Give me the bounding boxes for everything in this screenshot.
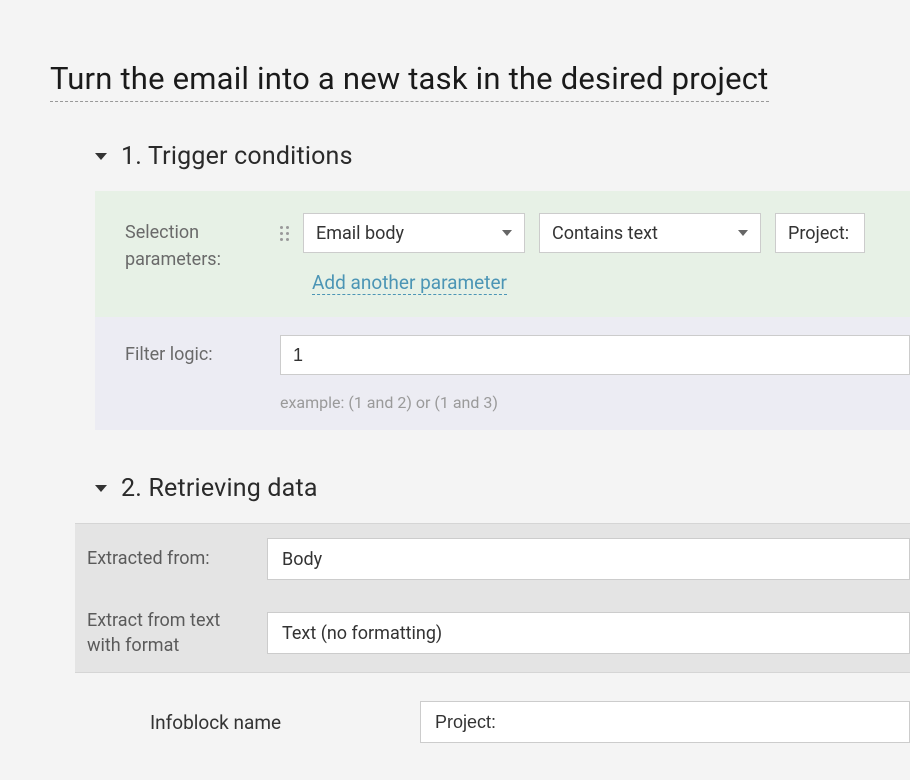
extract-format-select[interactable]: Text (no formatting): [267, 612, 910, 654]
section-2-header[interactable]: 2. Retrieving data: [95, 474, 910, 503]
param-operator-select[interactable]: Contains text: [539, 213, 761, 253]
add-parameter-link[interactable]: Add another parameter: [312, 271, 507, 295]
param-value-input[interactable]: Project:: [775, 213, 865, 253]
param-field-value: Email body: [316, 223, 404, 244]
filter-logic-hint: example: (1 and 2) or (1 and 3): [280, 393, 910, 412]
extracted-from-value: Body: [282, 549, 322, 570]
selection-parameters-label: Selection parameters:: [125, 213, 260, 273]
extract-format-value: Text (no formatting): [282, 623, 442, 644]
section-trigger-conditions: 1. Trigger conditions Selection paramete…: [95, 142, 910, 430]
section-retrieving-data: 2. Retrieving data Extracted from: Body …: [95, 474, 910, 743]
filter-logic-label: Filter logic:: [125, 335, 260, 368]
extracted-from-select[interactable]: Body: [267, 538, 910, 580]
extract-format-row: Extract from text with format Text (no f…: [75, 594, 910, 672]
section-1-body: Selection parameters: Email body Contain…: [95, 191, 910, 430]
section-2-title: 2. Retrieving data: [121, 474, 318, 503]
infoblock-row: Infoblock name: [95, 673, 910, 743]
retrieving-data-panel: Extracted from: Body Extract from text w…: [75, 523, 910, 673]
page-title: Turn the email into a new task in the de…: [50, 60, 769, 102]
filter-logic-content: example: (1 and 2) or (1 and 3): [280, 335, 910, 412]
chevron-down-icon: [95, 153, 107, 160]
section-1-title: 1. Trigger conditions: [121, 142, 353, 171]
chevron-down-icon: [502, 230, 512, 236]
param-operator-value: Contains text: [552, 223, 658, 244]
infoblock-name-input[interactable]: [420, 701, 910, 743]
parameter-row: Email body Contains text Project:: [280, 213, 910, 253]
param-field-select[interactable]: Email body: [303, 213, 525, 253]
extracted-from-row: Extracted from: Body: [75, 524, 910, 594]
selection-parameters-panel: Selection parameters: Email body Contain…: [95, 191, 910, 317]
selection-parameters-content: Email body Contains text Project: Add an…: [280, 213, 910, 295]
extract-format-label: Extract from text with format: [87, 608, 247, 658]
section-1-header[interactable]: 1. Trigger conditions: [95, 142, 910, 171]
drag-handle-icon[interactable]: [280, 226, 289, 241]
param-value-text: Project:: [788, 223, 849, 244]
infoblock-name-label: Infoblock name: [150, 711, 400, 734]
chevron-down-icon: [95, 485, 107, 492]
chevron-down-icon: [738, 230, 748, 236]
filter-logic-input[interactable]: [280, 335, 910, 375]
extracted-from-label: Extracted from:: [87, 546, 247, 571]
filter-logic-panel: Filter logic: example: (1 and 2) or (1 a…: [95, 317, 910, 430]
